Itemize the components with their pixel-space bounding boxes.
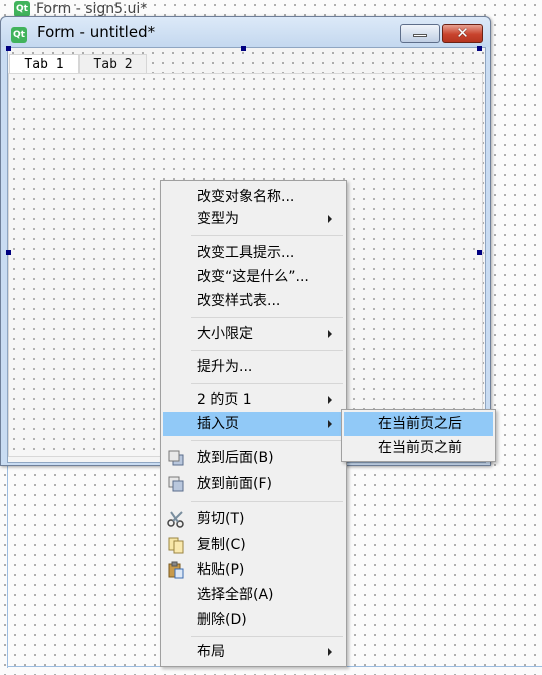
menu-item-label: 插入页 [197,416,239,432]
menu-item-label: 改变样式表... [197,293,281,309]
menu-item-change-tooltip[interactable]: 改变工具提示... [163,241,344,265]
menu-item-paste[interactable]: 粘贴(P) [163,558,344,582]
menu-item-label: 放到后面(B) [197,450,274,466]
menu-item-label: 粘贴(P) [197,562,245,578]
menu-item-label: 删除(D) [197,612,247,628]
menu-item-label: 2 的页 1 [197,392,252,408]
menu-item-change-stylesheet[interactable]: 改变样式表... [163,289,344,313]
menu-item-cut[interactable]: 剪切(T) [163,507,344,531]
menu-item-page-of[interactable]: 2 的页 1 [163,388,344,412]
submenu-arrow-icon [328,420,332,428]
menu-item-change-object-name[interactable]: 改变对象名称... [163,185,344,209]
menu-item-label: 布局 [197,644,225,660]
selection-handle[interactable] [241,46,246,51]
close-icon: ✕ [456,24,469,42]
tab-1[interactable]: Tab 1 [9,54,79,74]
menu-separator [191,440,343,441]
selection-handle[interactable] [6,46,11,51]
menu-separator [191,383,343,384]
minimize-button[interactable] [400,24,440,43]
menu-item-label: 复制(C) [197,537,246,553]
copy-icon [167,536,185,554]
menu-item-label: 变型为 [197,211,239,227]
menu-item-insert-page[interactable]: 插入页 [163,412,344,436]
menu-separator [191,350,343,351]
submenu-arrow-icon [328,648,332,656]
menu-item-copy[interactable]: 复制(C) [163,533,344,557]
paste-icon [167,561,185,579]
selection-handle[interactable] [477,46,482,51]
qt-logo-icon: Qt [14,1,30,17]
menu-item-select-all[interactable]: 选择全部(A) [163,583,344,607]
menu-item-label: 放到前面(F) [197,476,272,492]
menu-separator [191,636,343,637]
minimize-icon [413,34,427,37]
menu-separator [191,317,343,318]
submenu-arrow-icon [328,330,332,338]
selection-handle[interactable] [6,250,11,255]
close-button[interactable]: ✕ [442,24,483,43]
scissors-icon [167,510,185,528]
menu-item-label: 改变“这是什么”... [197,269,309,285]
menu-item-delete[interactable]: 删除(D) [163,608,344,632]
form-window-titlebar[interactable]: Qt Form - untitled* ✕ [1,17,490,47]
submenu-arrow-icon [328,396,332,404]
bring-to-front-icon [167,475,185,493]
qt-logo-icon: Qt [11,27,27,43]
menu-item-morph-into[interactable]: 变型为 [163,207,344,231]
selection-handle[interactable] [477,250,482,255]
background-window-title-text: Form - sign5.ui* [36,1,148,17]
menu-separator [191,501,343,502]
menu-item-size-constraints[interactable]: 大小限定 [163,322,344,346]
submenu-item-after-current-page[interactable]: 在当前页之后 [344,412,493,436]
tab-2[interactable]: Tab 2 [79,54,147,74]
menu-item-label: 改变对象名称... [197,189,295,205]
menu-item-send-to-back[interactable]: 放到后面(B) [163,446,344,470]
menu-item-change-whats-this[interactable]: 改变“这是什么”... [163,265,344,289]
submenu-item-label: 在当前页之前 [378,440,462,456]
menu-separator [191,235,343,236]
menu-item-label: 大小限定 [197,326,253,342]
submenu-item-label: 在当前页之后 [378,416,462,432]
menu-item-label: 选择全部(A) [197,587,274,603]
form-window-title: Form - untitled* [37,23,156,41]
submenu-arrow-icon [328,215,332,223]
context-menu[interactable]: 改变对象名称... 变型为 改变工具提示... 改变“这是什么”... 改变样式… [160,180,347,667]
menu-item-promote-to[interactable]: 提升为... [163,355,344,379]
submenu-item-before-current-page[interactable]: 在当前页之前 [344,436,493,460]
menu-item-label: 提升为... [197,359,253,375]
menu-item-layout[interactable]: 布局 [163,640,344,664]
insert-page-submenu[interactable]: 在当前页之后 在当前页之前 [341,409,496,462]
menu-item-label: 改变工具提示... [197,245,295,261]
menu-item-bring-to-front[interactable]: 放到前面(F) [163,472,344,496]
send-to-back-icon [167,449,185,467]
menu-item-label: 剪切(T) [197,511,245,527]
